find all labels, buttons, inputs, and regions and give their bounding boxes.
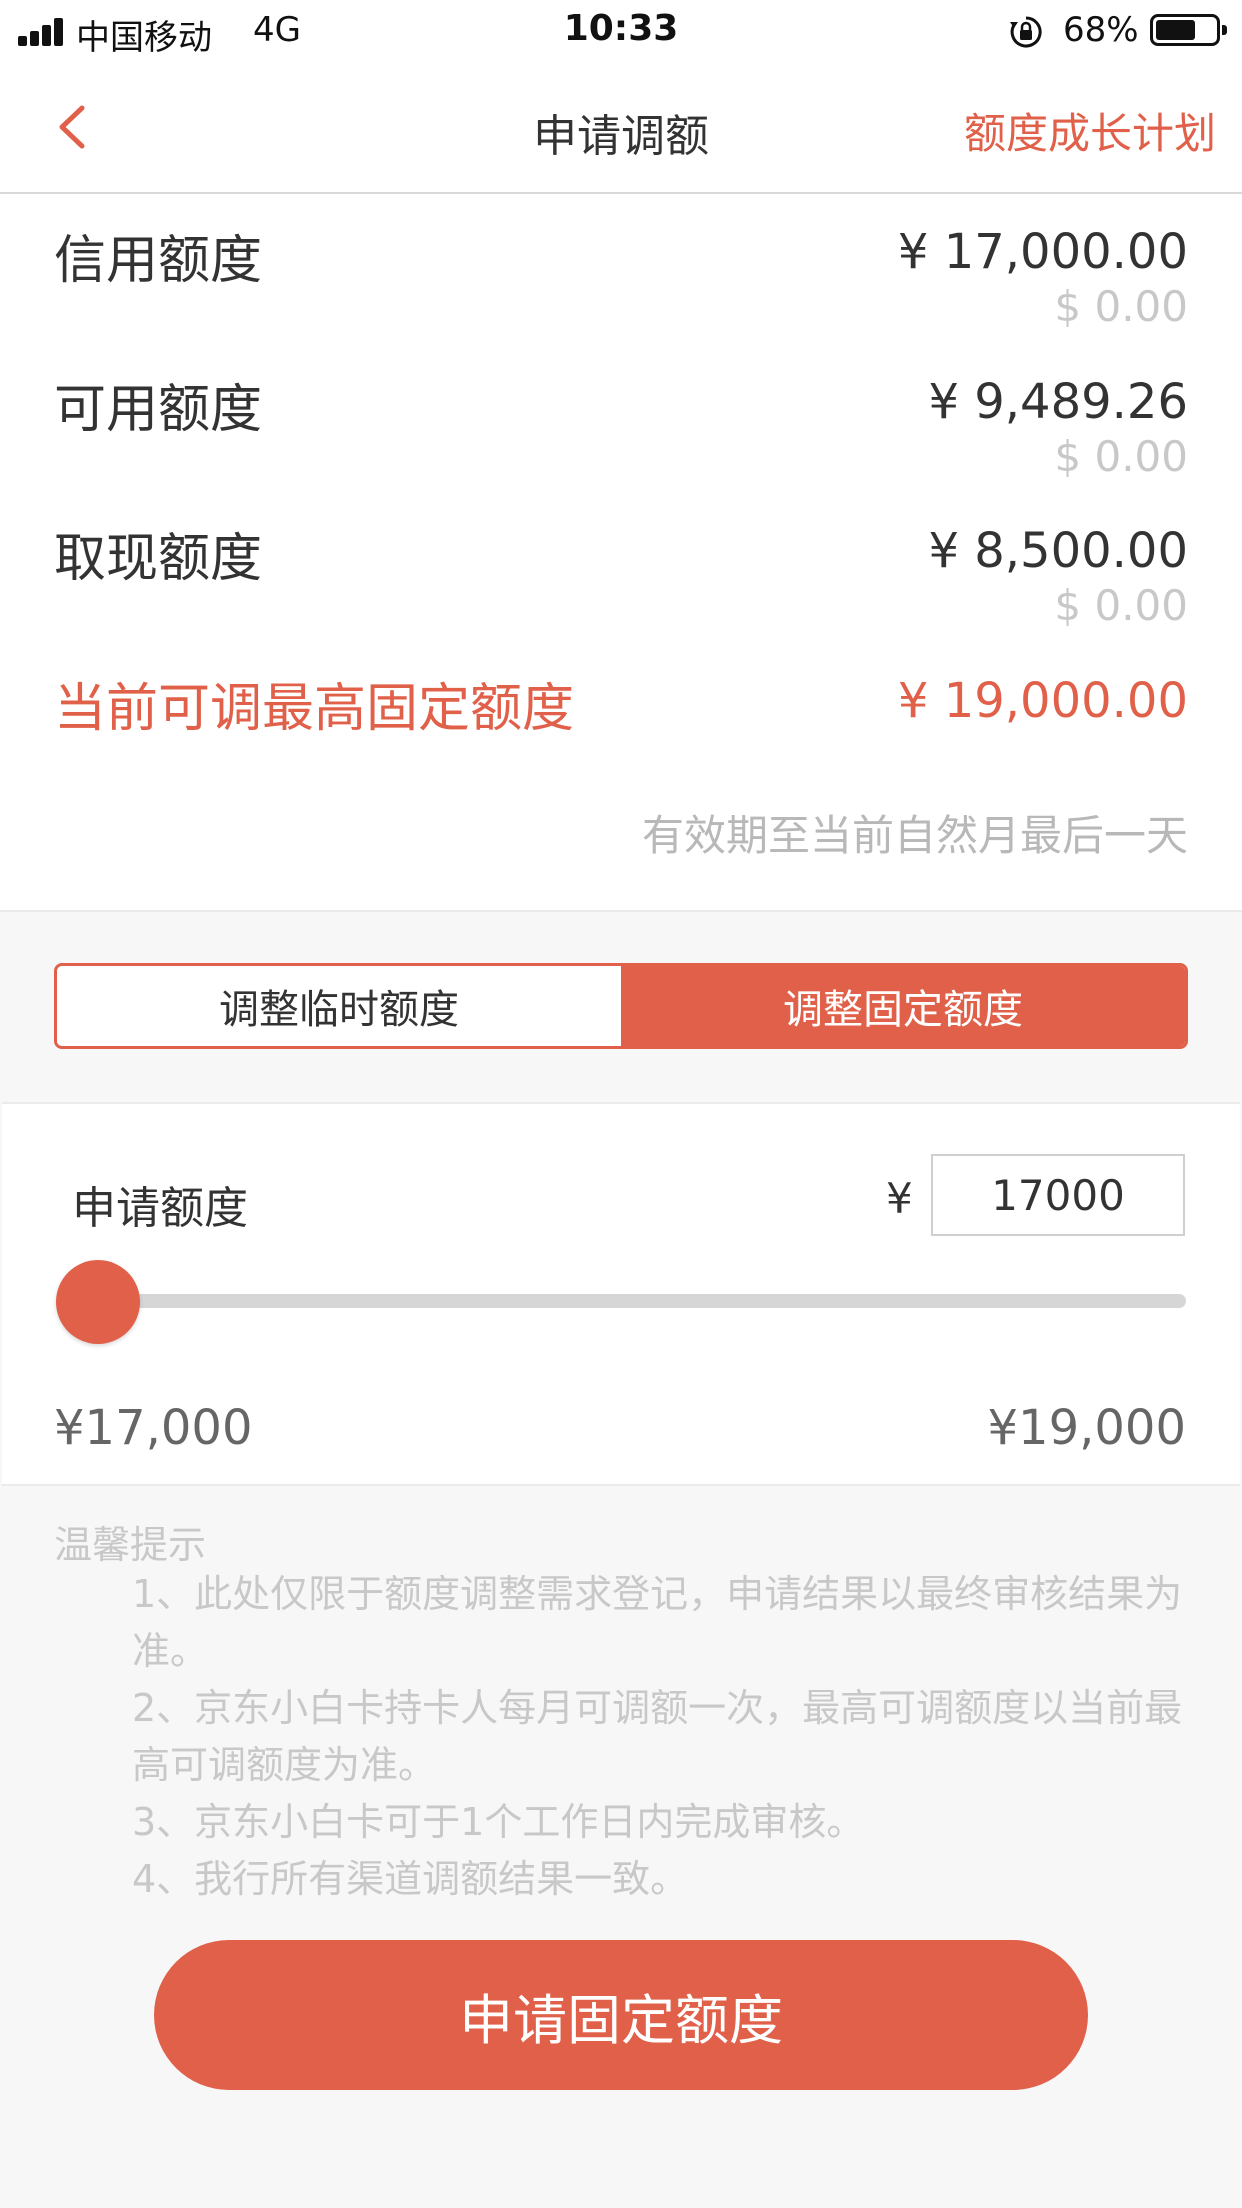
tip-item: 3、京东小白卡可于1个工作日内完成审核。 <box>132 1800 865 1844</box>
range-min-label: ¥17,000 <box>54 1400 253 1456</box>
battery-icon <box>1150 14 1227 46</box>
status-time: 10:33 <box>563 8 679 49</box>
max-adjustable-cny: ¥ 19,000.00 <box>897 673 1188 729</box>
range-max-label: ¥19,000 <box>987 1400 1187 1456</box>
credit-limit-usd: $ 0.00 <box>1054 282 1188 331</box>
available-limit-cny: ¥ 9,489.26 <box>928 374 1188 430</box>
tip-item: 4、我行所有渠道调额结果一致。 <box>132 1857 689 1901</box>
amount-slider-track[interactable] <box>96 1294 1186 1308</box>
max-adjustable-label: 当前可调最高固定额度 <box>54 679 575 739</box>
amount-input[interactable] <box>931 1154 1185 1236</box>
adjust-type-segment: 调整临时额度 调整固定额度 <box>54 963 1188 1049</box>
cash-limit-label: 取现额度 <box>54 529 263 589</box>
nav-bar: 申请调额 额度成长计划 <box>0 62 1242 194</box>
available-limit-label: 可用额度 <box>54 380 263 440</box>
apply-amount-panel: 申请额度 ¥ ¥17,000 ¥19,000 <box>2 1102 1240 1486</box>
available-limit-usd: $ 0.00 <box>1054 432 1188 481</box>
credit-info-section: 信用额度 ¥ 17,000.00 $ 0.00 可用额度 ¥ 9,489.26 … <box>0 194 1242 912</box>
tab-fixed-limit[interactable]: 调整固定额度 <box>621 966 1185 1046</box>
tip-item: 1、此处仅限于额度调整需求登记，申请结果以最终审核结果为准。 <box>132 1572 1183 1673</box>
tips-title: 温馨提示 <box>54 1523 207 1567</box>
currency-sign: ¥ <box>886 1174 913 1223</box>
amount-slider-thumb[interactable] <box>56 1260 140 1344</box>
battery-fill <box>1156 20 1195 40</box>
growth-plan-link[interactable]: 额度成长计划 <box>964 100 1216 161</box>
cash-limit-cny: ¥ 8,500.00 <box>928 523 1188 579</box>
orientation-lock-icon <box>1010 16 1042 48</box>
status-bar: 中国移动 4G 10:33 68% <box>0 0 1242 62</box>
tip-item: 2、京东小白卡持卡人每月可调额一次，最高可调额度以当前最高可调额度为准。 <box>132 1686 1183 1787</box>
tab-temporary-limit[interactable]: 调整临时额度 <box>57 966 621 1046</box>
submit-fixed-limit-button[interactable]: 申请固定额度 <box>154 1940 1088 2090</box>
battery-percent: 68% <box>1063 10 1139 50</box>
cash-limit-usd: $ 0.00 <box>1054 581 1188 630</box>
page: 中国移动 4G 10:33 68% 申请调额 额度成长计划 信用额度 ¥ 17,… <box>0 0 1242 2208</box>
validity-note: 有效期至当前自然月最后一天 <box>641 811 1188 860</box>
credit-limit-label: 信用额度 <box>54 231 263 291</box>
credit-limit-cny: ¥ 17,000.00 <box>897 224 1188 280</box>
tips-list: 1、此处仅限于额度调整需求登记，申请结果以最终审核结果为准。 2、京东小白卡持卡… <box>132 1566 1192 1908</box>
apply-amount-label: 申请额度 <box>72 1183 248 1234</box>
